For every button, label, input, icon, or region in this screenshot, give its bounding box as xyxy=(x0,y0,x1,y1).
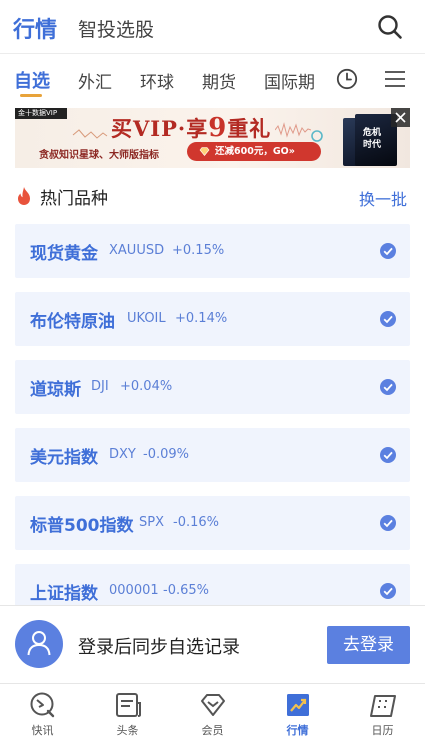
instrument-card[interactable]: 标普500指数 SPX -0.16% xyxy=(15,496,410,550)
nav-label: 行情 xyxy=(286,724,309,737)
instrument-card[interactable]: 上证指数 000001 -0.65% xyxy=(15,564,410,605)
subtab-futures[interactable]: 期货 xyxy=(202,68,236,93)
subtab-intl-futures[interactable]: 国际期 xyxy=(264,68,315,93)
check-icon[interactable] xyxy=(380,515,396,531)
flash-news-icon xyxy=(30,692,55,718)
instrument-name: 布伦特原油 xyxy=(30,312,115,332)
subtab-forex[interactable]: 外汇 xyxy=(78,68,112,93)
sparkle-decoration-icon xyxy=(72,129,108,139)
login-prompt-bar: 登录后同步自选记录 去登录 xyxy=(0,605,425,683)
check-icon[interactable] xyxy=(380,311,396,327)
tab-smart-stock-picking[interactable]: 智投选股 xyxy=(78,15,154,42)
search-icon[interactable] xyxy=(377,14,403,40)
banner-title: 买VIP·享9重礼 xyxy=(111,113,272,143)
nav-label: 日历 xyxy=(371,724,394,737)
nav-label: 快讯 xyxy=(31,724,54,737)
subtab-watchlist[interactable]: 自选 xyxy=(14,67,50,93)
tab-market[interactable]: 行情 xyxy=(13,12,57,44)
nav-item-membership[interactable]: 会员 xyxy=(170,684,255,738)
nav-item-flash-news[interactable]: 快讯 xyxy=(0,684,85,738)
instrument-change: -0.65% xyxy=(163,583,209,598)
instrument-code: DJI xyxy=(91,379,109,394)
instrument-change: +0.14% xyxy=(175,311,228,326)
category-tab-bar: 自选 外汇 环球 期货 国际期 xyxy=(0,54,425,102)
nav-label: 头条 xyxy=(116,724,139,737)
check-icon[interactable] xyxy=(380,379,396,395)
check-icon[interactable] xyxy=(380,583,396,599)
nav-item-market[interactable]: 行情 xyxy=(255,684,340,738)
nav-item-calendar[interactable]: 日历 xyxy=(340,684,425,738)
instrument-card[interactable]: 道琼斯 DJI +0.04% xyxy=(15,360,410,414)
instrument-name: 上证指数 xyxy=(30,584,98,604)
banner-logo: 金十数据VIP xyxy=(15,108,67,119)
instrument-change: +0.15% xyxy=(172,243,225,258)
hot-section-title: 热门品种 xyxy=(40,189,108,209)
instrument-card[interactable]: 现货黄金 XAUUSD +0.15% xyxy=(15,224,410,278)
instrument-card[interactable]: 布伦特原油 UKOIL +0.14% xyxy=(15,292,410,346)
fire-icon xyxy=(18,187,30,205)
instrument-code: XAUUSD xyxy=(109,243,165,258)
instrument-card[interactable]: 美元指数 DXY -0.09% xyxy=(15,428,410,482)
subtab-global[interactable]: 环球 xyxy=(140,68,174,93)
instrument-change: +0.04% xyxy=(120,379,173,394)
close-icon[interactable] xyxy=(391,108,410,127)
headline-icon xyxy=(116,693,141,717)
menu-icon[interactable] xyxy=(384,69,406,89)
instrument-name: 标普500指数 xyxy=(30,516,134,536)
login-prompt-text: 登录后同步自选记录 xyxy=(78,637,240,658)
vip-diamond-icon xyxy=(201,694,225,716)
nav-item-headlines[interactable]: 头条 xyxy=(85,684,170,738)
instrument-code: DXY xyxy=(109,447,136,462)
top-header: 行情 智投选股 xyxy=(0,0,425,54)
wave-decoration-icon xyxy=(275,122,311,138)
calendar-icon xyxy=(370,695,396,717)
refresh-batch-link[interactable]: 换一批 xyxy=(359,186,407,210)
active-tab-indicator xyxy=(20,94,42,97)
check-icon[interactable] xyxy=(380,243,396,259)
instrument-name: 道琼斯 xyxy=(30,380,81,400)
user-icon xyxy=(27,631,51,656)
instrument-code: 000001 xyxy=(109,583,159,598)
instrument-code: SPX xyxy=(139,515,164,530)
instrument-name: 现货黄金 xyxy=(30,244,98,264)
bottom-navigation: 快讯 头条 会员 行情 日历 xyxy=(0,683,425,738)
instrument-change: -0.16% xyxy=(173,515,219,530)
subtab-overflow-clip: 国际期 xyxy=(264,54,316,102)
market-chart-icon xyxy=(287,694,309,716)
login-button[interactable]: 去登录 xyxy=(327,626,410,664)
banner-subtitle: 贪叔知识星球、大师版指标 xyxy=(39,150,159,161)
instrument-name: 美元指数 xyxy=(30,448,98,468)
instrument-change: -0.09% xyxy=(143,447,189,462)
clock-icon[interactable] xyxy=(336,68,358,90)
avatar xyxy=(15,620,63,668)
instrument-code: UKOIL xyxy=(127,311,166,326)
gem-icon xyxy=(199,147,210,156)
nav-label: 会员 xyxy=(201,724,224,737)
hot-instrument-list: 现货黄金 XAUUSD +0.15% 布伦特原油 UKOIL +0.14% 道琼… xyxy=(0,220,425,605)
check-icon[interactable] xyxy=(380,447,396,463)
stamp-decoration-icon xyxy=(311,130,323,142)
vip-promo-banner[interactable]: 金十数据VIP 买VIP·享9重礼 贪叔知识星球、大师版指标 还减600元，GO… xyxy=(15,108,410,168)
